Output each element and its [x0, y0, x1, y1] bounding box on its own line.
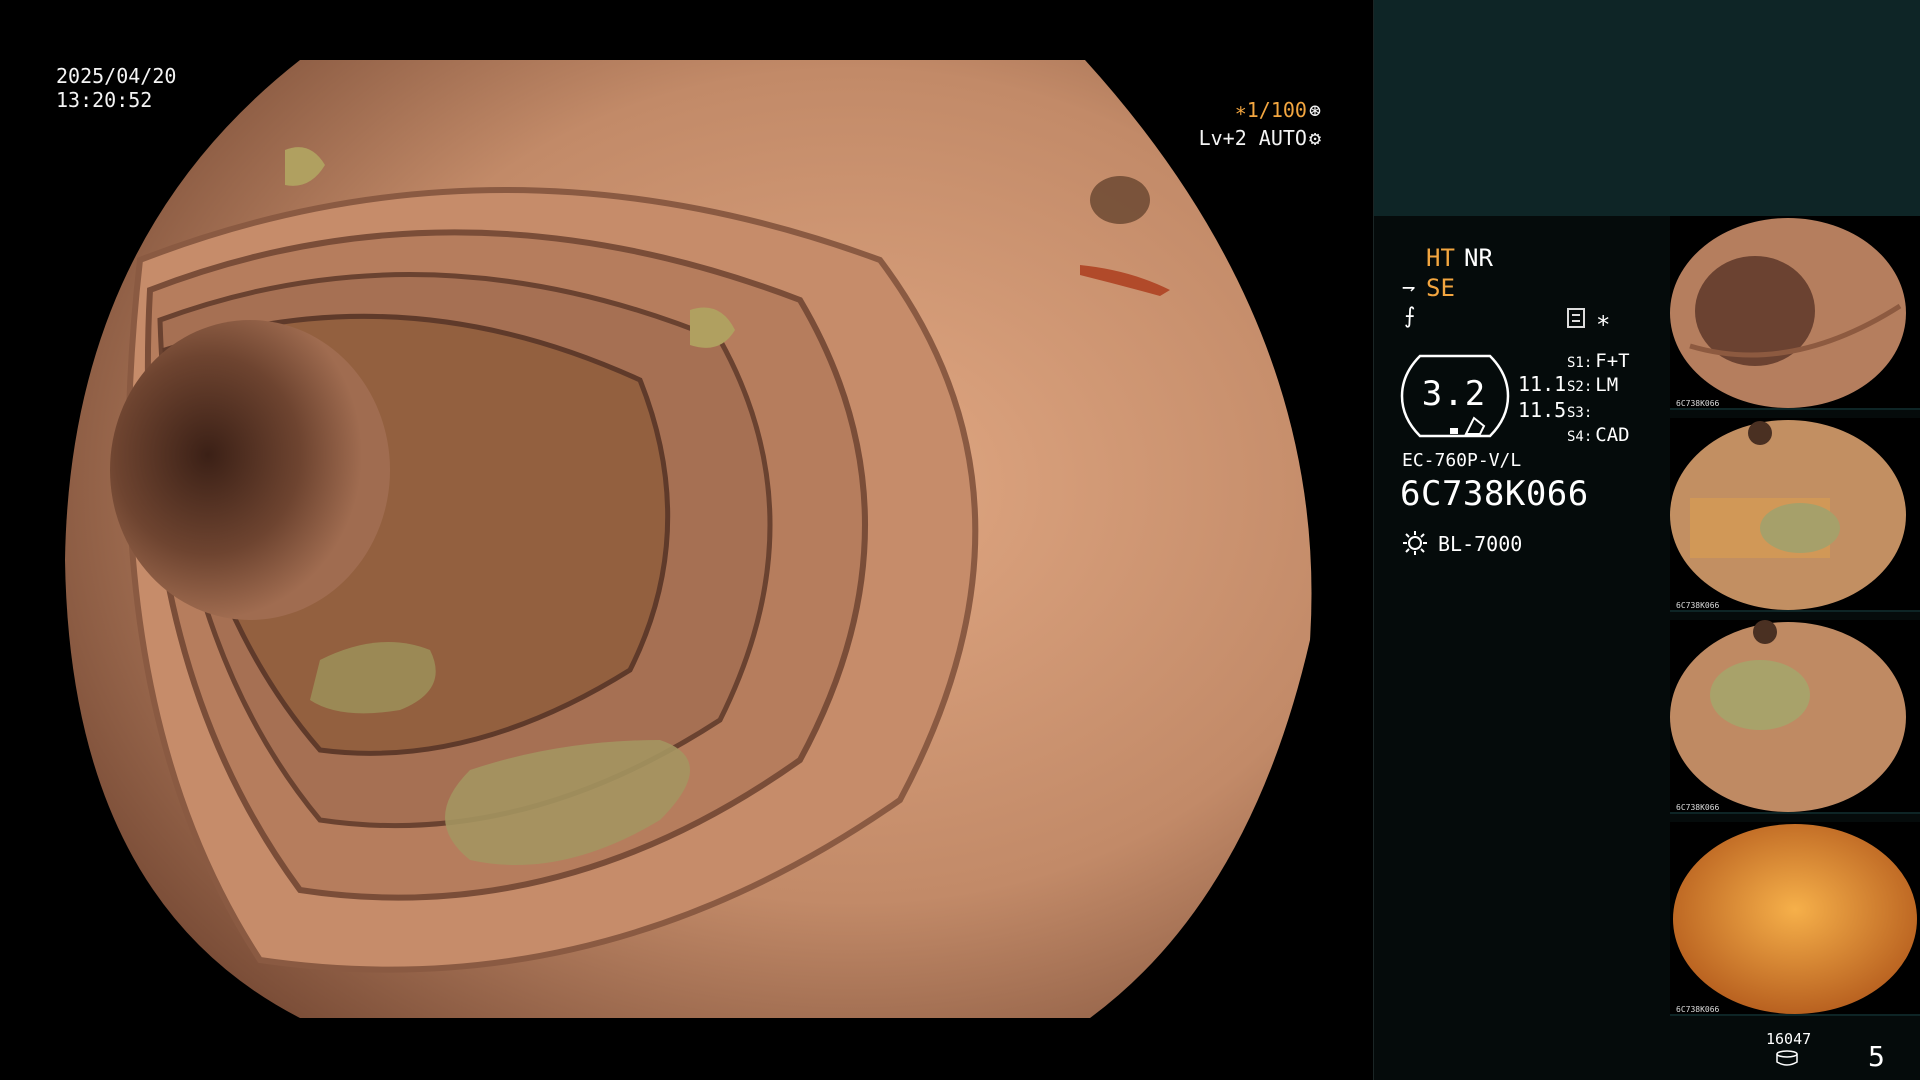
asterisk-indicator: ∗ — [1596, 306, 1611, 334]
switch-key: S2: — [1567, 379, 1593, 395]
thumbnail-strip: 6C738K066 6C738K066 6C738K066 6C738K066 — [1670, 216, 1920, 1016]
thumbnail-caption: 6C738K066 — [1676, 803, 1720, 812]
se-indicator: SE — [1426, 274, 1455, 302]
nr-indicator: NR — [1464, 244, 1493, 272]
thumbnail-image — [1673, 824, 1917, 1014]
thumbnail-4[interactable]: 6C738K066 — [1670, 822, 1920, 1016]
thumbnail-caption: 6C738K066 — [1676, 601, 1720, 610]
main-endoscope-view: 2025/04/20 13:20:52 ∗1/100 ⊛ Lv+2 AUTO ⚙ — [0, 0, 1373, 1080]
switch-s2: S2: LM — [1567, 374, 1618, 396]
side-panel-header — [1374, 0, 1920, 216]
thumbnail-bar — [1670, 1014, 1920, 1016]
thumbnail-image — [1670, 218, 1906, 408]
thumbnail-bar — [1670, 408, 1920, 410]
switch-value: CAD — [1595, 424, 1630, 446]
datetime-readout: 2025/04/20 13:20:52 — [56, 64, 176, 112]
shutter-readout: ∗1/100 ⊛ — [1235, 98, 1321, 122]
database-icon — [1776, 1050, 1798, 1066]
thumbnail-3[interactable]: 6C738K066 — [1670, 620, 1920, 814]
date-text: 2025/04/20 — [56, 64, 177, 88]
switch-s4: S4: CAD — [1567, 424, 1630, 446]
zoom-value: 3.2 — [1421, 374, 1487, 414]
frame-count: 16047 — [1766, 1030, 1812, 1048]
time-text: 13:20:52 — [56, 88, 153, 112]
side-panel: HT NR ⇁ SE ⨍ ∗ 3.2 11.1 11.5 S1: F+T S2: L… — [1373, 0, 1920, 1080]
flash-icon: ⨍ — [1404, 304, 1416, 329]
sun-icon — [1403, 531, 1427, 555]
scope-serial: 6C738K066 — [1400, 474, 1589, 514]
ht-indicator: HT — [1426, 244, 1455, 272]
se-icon: ⇁ — [1402, 275, 1416, 300]
switch-key: S1: — [1567, 355, 1593, 371]
scope-model: EC-760P-V/L — [1402, 450, 1522, 471]
endoscope-image — [65, 60, 1312, 1018]
page-number: 5 — [1868, 1040, 1885, 1073]
thumbnail-2[interactable]: 6C738K066 — [1670, 418, 1920, 612]
switch-value: LM — [1595, 374, 1619, 396]
level-text: Lv+2 AUTO — [1198, 126, 1307, 150]
thumbnail-caption: 6C738K066 — [1676, 1005, 1720, 1014]
switch-s3: S3: — [1567, 400, 1595, 422]
thumbnail-image — [1670, 420, 1906, 610]
reading-1: 11.1 — [1518, 372, 1567, 396]
switch-value: F+T — [1595, 350, 1630, 372]
switch-s1: S1: F+T — [1567, 350, 1630, 372]
iris-icon: ⊛ — [1308, 98, 1321, 122]
thumbnail-bar — [1670, 812, 1920, 814]
shutter-text: ∗1/100 — [1234, 98, 1307, 122]
light-source: BL-7000 — [1438, 532, 1523, 556]
thumbnail-1[interactable]: 6C738K066 — [1670, 216, 1920, 410]
switch-key: S3: — [1567, 405, 1593, 421]
thumbnail-bar — [1670, 610, 1920, 612]
thumbnail-caption: 6C738K066 — [1676, 399, 1720, 408]
thumbnail-image — [1670, 620, 1906, 812]
menu-icon — [1567, 308, 1585, 328]
reading-2: 11.5 — [1518, 398, 1567, 422]
level-readout: Lv+2 AUTO ⚙ — [1199, 126, 1321, 150]
gear-icon: ⚙ — [1308, 126, 1321, 150]
switch-key: S4: — [1567, 429, 1593, 445]
